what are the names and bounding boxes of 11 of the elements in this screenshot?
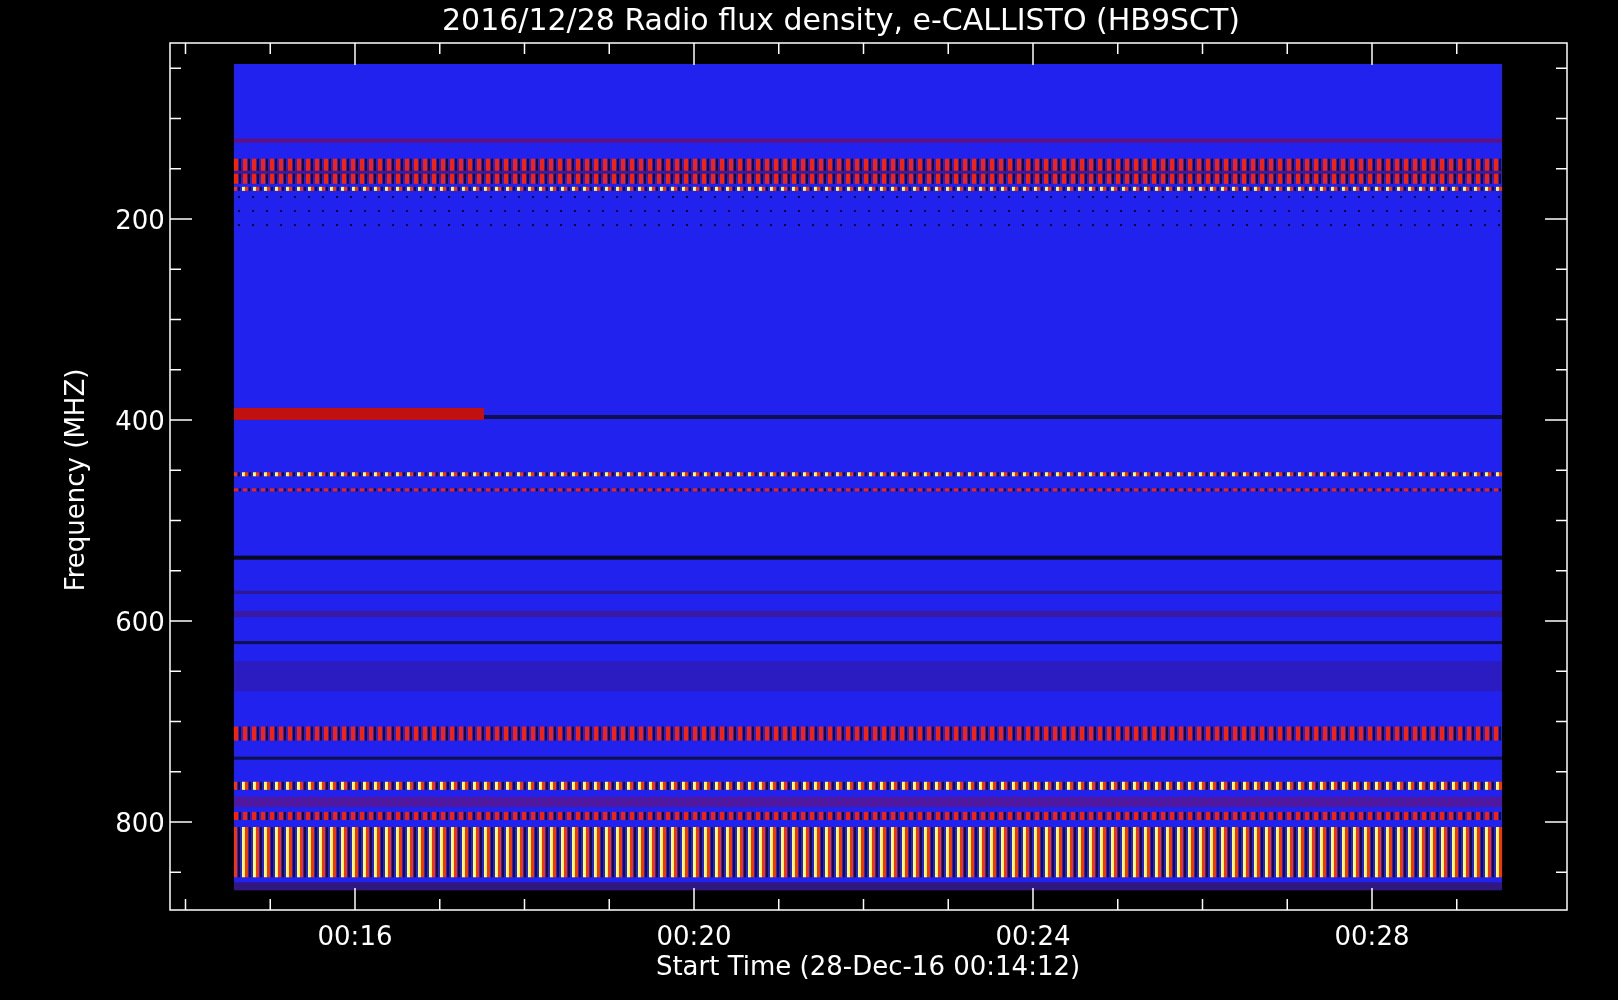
x-axis-label: Start Time (28-Dec-16 00:14:12) (655, 951, 1081, 981)
x-tick-label: 00:16 (317, 921, 393, 951)
y-tick-label: 200 (115, 205, 165, 235)
chart-title: 2016/12/28 Radio flux density, e-CALLISTO (HB9SCT) (442, 2, 1240, 37)
x-tick-label: 00:24 (995, 921, 1071, 951)
x-tick-label: 00:20 (656, 921, 732, 951)
x-tick-label: 00:28 (1334, 921, 1410, 951)
y-tick-label: 400 (115, 406, 165, 436)
y-tick-label: 800 (115, 808, 165, 838)
y-axis-label: Frequency (MHZ) (60, 368, 90, 592)
y-tick-label: 600 (115, 607, 165, 637)
